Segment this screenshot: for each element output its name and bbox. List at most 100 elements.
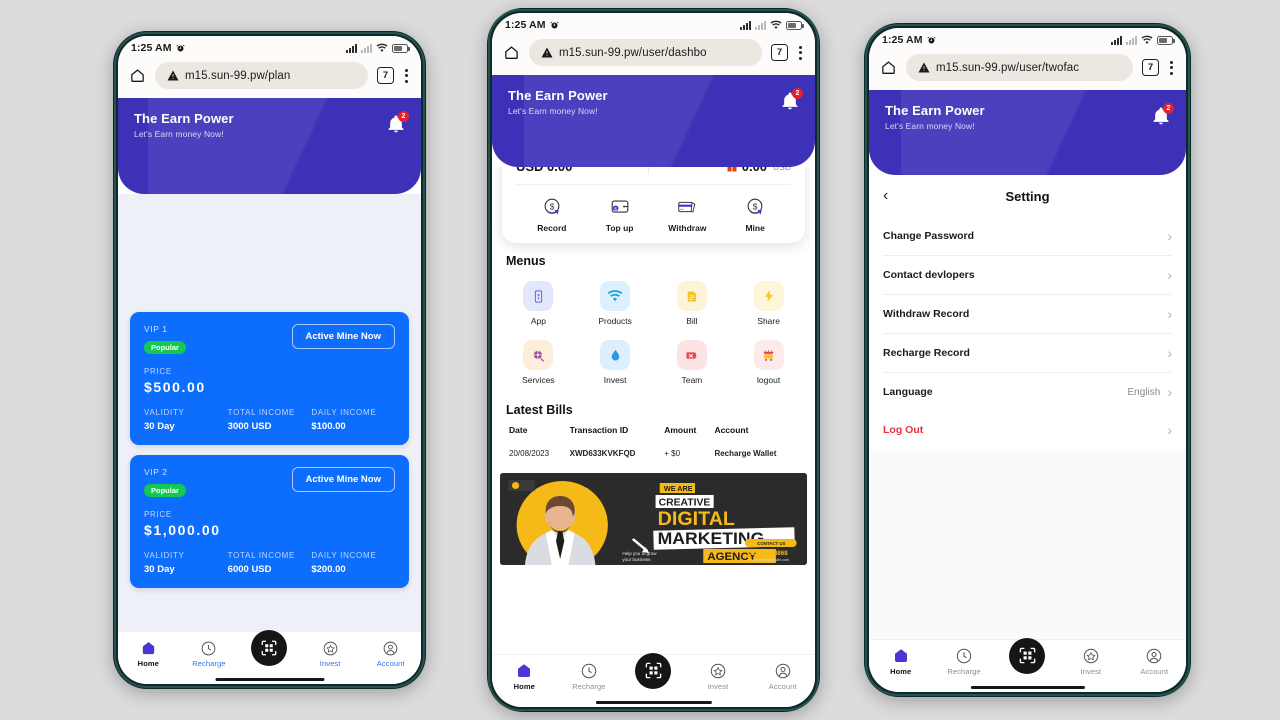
quick-action-record[interactable]: $ Record <box>518 196 586 233</box>
kebab-menu-icon[interactable] <box>797 45 804 60</box>
notification-bell-icon[interactable]: 2 <box>1151 103 1174 126</box>
kebab-menu-icon[interactable] <box>403 68 410 83</box>
browser-toolbar: m15.sun-99.pw/user/twofac 7 <box>869 48 1186 90</box>
nav-item-scan[interactable] <box>241 629 299 666</box>
tab-count-button[interactable]: 7 <box>377 67 394 84</box>
home-icon[interactable] <box>503 44 520 61</box>
nav-item-scan[interactable] <box>997 637 1057 674</box>
quick-action-label: Withdraw <box>668 223 707 233</box>
screenshot-stage: 1:25 AM m15.sun-99.pw/plan 7 The Earn Po… <box>0 0 1280 720</box>
bottom-nav: Home Recharge Invest Account <box>492 652 815 698</box>
nav-label: Recharge <box>192 658 226 668</box>
wallet-icon: $ <box>611 200 628 213</box>
wifi-icon <box>600 281 631 311</box>
tab-count-button[interactable]: 7 <box>771 44 788 61</box>
url-text: m15.sun-99.pw/user/twofac <box>936 61 1080 74</box>
home-icon[interactable] <box>129 67 146 84</box>
nav-item-account[interactable]: Account <box>752 662 813 691</box>
notification-badge: 2 <box>398 111 409 122</box>
qr-scan-icon[interactable] <box>1009 637 1046 674</box>
quick-action-label: Record <box>537 223 567 233</box>
promo-banner[interactable]: WE ARE CREATIVE DIGITAL MARKETING AGENCY… <box>500 473 807 565</box>
app-header: The Earn Power Let's Earn money Now! 2 <box>869 90 1186 175</box>
menu-item-services[interactable]: Services <box>500 333 577 392</box>
notification-bell-icon[interactable]: 2 <box>386 111 409 134</box>
signal-icon <box>361 43 372 53</box>
plans-scroll-area[interactable]: VIP 1 Popular Active Mine Now PRICE $500… <box>118 194 421 631</box>
dashboard-scroll-area[interactable]: Total Income: USD 0.00 Recharge Wallet 0… <box>492 167 815 654</box>
menu-item-products[interactable]: Products <box>577 274 654 333</box>
plan-card[interactable]: VIP 2 Popular Active Mine Now PRICE $1,0… <box>130 455 409 588</box>
tab-count-button[interactable]: 7 <box>1142 59 1159 76</box>
nav-item-home[interactable]: Home <box>494 662 555 691</box>
settings-label: Recharge Record <box>883 347 970 359</box>
gesture-bar <box>595 700 712 704</box>
menu-item-share[interactable]: Share <box>730 274 807 333</box>
quick-actions: $ Record $ Top up Withdraw $ Mine <box>516 184 791 243</box>
bottom-nav-wrap: Home Recharge Invest Account <box>869 637 1186 692</box>
quick-action-topup[interactable]: $ Top up <box>586 196 654 233</box>
active-mine-button[interactable]: Active Mine Now <box>291 324 395 349</box>
nav-item-home[interactable]: Home <box>871 647 931 676</box>
bills-table-wrap: Date Transaction ID Amount Account 20/08… <box>492 420 815 467</box>
settings-row-recharge-record[interactable]: Recharge Record › <box>883 334 1172 373</box>
nav-item-invest[interactable]: Invest <box>301 640 359 668</box>
nav-item-scan[interactable] <box>623 652 684 689</box>
address-bar[interactable]: m15.sun-99.pw/user/twofac <box>906 54 1133 81</box>
nav-item-recharge[interactable]: Recharge <box>180 640 238 668</box>
total-income-value: USD 0.00 <box>516 167 648 174</box>
address-bar[interactable]: m15.sun-99.pw/plan <box>155 62 368 89</box>
nav-item-recharge[interactable]: Recharge <box>558 662 619 691</box>
notification-bell-icon[interactable]: 2 <box>780 88 803 111</box>
settings-scroll-area[interactable]: ‹ Setting Change Password › Contact devl… <box>869 175 1186 639</box>
plan-tier: VIP 1 <box>144 324 168 334</box>
bottom-nav-wrap: Home Recharge Invest Account <box>118 629 421 684</box>
qr-scan-icon[interactable] <box>251 629 288 666</box>
status-bar: 1:25 AM <box>492 13 815 33</box>
nav-item-invest[interactable]: Invest <box>687 662 748 691</box>
settings-row-logout[interactable]: Log Out › <box>883 411 1172 449</box>
settings-row-withdraw-record[interactable]: Withdraw Record › <box>883 295 1172 334</box>
nav-label: Home <box>513 682 535 691</box>
nav-label: Recharge <box>947 667 981 676</box>
signal-icon <box>346 43 357 53</box>
nav-item-invest[interactable]: Invest <box>1061 647 1121 676</box>
dollar-refresh-icon: $ <box>544 198 560 215</box>
table-row[interactable]: 20/08/2023 XWD633KVKFQD + $0 Recharge Wa… <box>506 440 801 467</box>
settings-label: Language <box>883 386 933 398</box>
address-bar[interactable]: m15.sun-99.pw/user/dashbo <box>529 39 762 66</box>
home-pentagon-icon <box>894 649 907 662</box>
settings-row-contact-developers[interactable]: Contact devlopers › <box>883 256 1172 295</box>
menu-item-team[interactable]: Team <box>654 333 731 392</box>
stat-label: TOTAL INCOME <box>227 408 296 417</box>
gift-box-icon <box>727 167 737 171</box>
menu-item-invest[interactable]: Invest <box>577 333 654 392</box>
kebab-menu-icon[interactable] <box>1168 60 1175 75</box>
status-bar: 1:25 AM <box>118 36 421 56</box>
menu-item-bill[interactable]: Bill <box>654 274 731 333</box>
nav-label: Home <box>137 658 159 668</box>
nav-item-home[interactable]: Home <box>120 640 178 668</box>
home-icon[interactable] <box>880 59 897 76</box>
table-header-row: Date Transaction ID Amount Account <box>506 420 801 440</box>
quick-action-mine[interactable]: $ Mine <box>721 196 789 233</box>
total-income-block: Total Income: USD 0.00 <box>516 167 648 174</box>
nav-item-recharge[interactable]: Recharge <box>934 647 994 676</box>
qr-scan-icon[interactable] <box>635 652 672 689</box>
plan-card[interactable]: VIP 1 Popular Active Mine Now PRICE $500… <box>130 312 409 445</box>
cell-transaction-id[interactable]: XWD633KVKFQD <box>567 440 662 467</box>
app-header: The Earn Power Let's Earn money Now! 2 <box>118 98 421 194</box>
stat-value: 30 Day <box>144 421 175 432</box>
menu-item-app[interactable]: App <box>500 274 577 333</box>
settings-row-change-password[interactable]: Change Password › <box>883 217 1172 256</box>
menu-item-logout[interactable]: logout <box>730 333 807 392</box>
status-time: 1:25 AM <box>131 42 172 54</box>
nav-item-account[interactable]: Account <box>362 640 420 668</box>
menu-label: Invest <box>603 375 627 385</box>
nav-item-account[interactable]: Account <box>1124 647 1184 676</box>
quick-action-withdraw[interactable]: Withdraw <box>654 196 722 233</box>
gesture-bar <box>970 685 1085 689</box>
active-mine-button[interactable]: Active Mine Now <box>291 467 395 492</box>
settings-row-language[interactable]: Language English › <box>883 373 1172 411</box>
alarm-icon <box>926 36 936 43</box>
